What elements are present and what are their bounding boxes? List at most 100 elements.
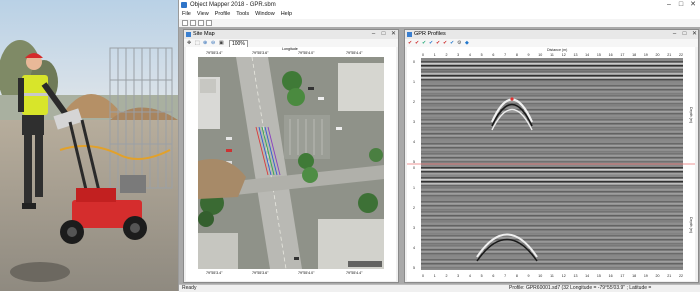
radar-band <box>421 173 683 175</box>
zoom-in-icon[interactable]: ⊕ <box>203 39 207 47</box>
depth-tick-label: 3 <box>413 226 415 230</box>
depth-tick-label: 5 <box>413 266 415 270</box>
distance-tick-label: 21 <box>667 274 671 278</box>
radar-band <box>421 129 683 131</box>
bottom-tick: 79°55'4.4" <box>346 271 363 275</box>
minimize-button[interactable]: – <box>664 0 674 10</box>
radar-band <box>421 89 683 91</box>
app-icon <box>181 2 187 8</box>
radar-band <box>421 105 683 107</box>
menu-help[interactable]: Help <box>278 10 295 19</box>
print-icon[interactable] <box>206 20 212 26</box>
distance-tick-label: 18 <box>632 53 636 57</box>
zoom-out-icon[interactable]: ⊖ <box>211 39 215 47</box>
radar-band <box>421 67 683 69</box>
radar-band <box>421 181 683 183</box>
window-title: Object Mapper 2018 - GPR.sbm <box>190 2 276 8</box>
radar-band <box>421 227 683 229</box>
radar-band <box>421 225 683 227</box>
menu-tools[interactable]: Tools <box>233 10 252 19</box>
distance-tick-label: 15 <box>597 274 601 278</box>
radar-band <box>421 91 683 93</box>
fit-icon[interactable]: ▣ <box>219 39 224 47</box>
radar-band <box>421 61 683 63</box>
gpr-maximize-button[interactable]: □ <box>681 30 688 39</box>
select-icon[interactable]: ⬚ <box>195 39 200 47</box>
close-button[interactable]: ✕ <box>688 0 698 10</box>
radar-band <box>421 161 683 163</box>
distance-tick-label: 13 <box>573 274 577 278</box>
radar-band <box>421 73 683 75</box>
gpr-minimize-button[interactable]: – <box>671 30 678 39</box>
new-file-icon[interactable] <box>182 20 188 26</box>
distance-tick-label: 2 <box>445 53 447 57</box>
radar-band <box>421 63 683 65</box>
gpr-plot-area: Distance (m) 0 1 2 3 4 5 6 7 8 9 10 11 12 13 14 15 16 17 1… <box>407 47 695 281</box>
site-map-close-button[interactable]: ✕ <box>390 30 397 39</box>
info-icon[interactable]: ◆ <box>465 39 469 47</box>
flag-icon[interactable]: ✔ <box>443 39 447 47</box>
gpr-radargram[interactable]: Distance (m) 0 1 2 3 4 5 6 7 8 9 10 11 12 13 14 15 16 17 1… <box>407 47 695 281</box>
window-titlebar: Object Mapper 2018 - GPR.sbm – □ ✕ <box>179 0 700 10</box>
bottom-tick: 79°55'3.4" <box>206 271 223 275</box>
distance-tick-label: 12 <box>562 274 566 278</box>
site-map-toolbar: ✥ ⬚ ⊕ ⊖ ▣ 100% <box>184 39 398 48</box>
radar-band <box>421 97 683 99</box>
gpr-profiles-window: GPR Profiles – □ ✕ ✔ ✔ ✔ ✔ ✔ ✔ ✔ ⚙ ◆ Dis… <box>404 29 699 283</box>
radar-band <box>421 217 683 219</box>
radar-band <box>421 185 683 187</box>
radar-band <box>421 229 683 231</box>
distance-tick-label: 5 <box>481 274 483 278</box>
maximize-button[interactable]: □ <box>676 0 686 10</box>
radar-band <box>421 151 683 153</box>
radar-band <box>421 197 683 199</box>
radar-band <box>421 155 683 157</box>
radar-band <box>421 201 683 203</box>
gpr-close-button[interactable]: ✕ <box>691 30 698 39</box>
flag-icon[interactable]: ✔ <box>436 39 440 47</box>
radar-band <box>421 135 683 137</box>
depth-tick-label: 4 <box>413 140 415 144</box>
radar-band <box>421 215 683 217</box>
distance-tick-label: 3 <box>457 274 459 278</box>
flag-icon[interactable]: ✔ <box>415 39 419 47</box>
radar-band <box>421 205 683 207</box>
site-map-top-axis: Longitude 79°55'3.4" 79°55'3.6" 79°55'4.… <box>186 47 396 55</box>
radar-band <box>421 153 683 155</box>
bottom-tick: 79°55'4.0" <box>298 271 315 275</box>
radar-band <box>421 211 683 213</box>
flag-icon[interactable]: ✔ <box>422 39 426 47</box>
site-map-title: Site Map <box>193 31 215 37</box>
radar-band <box>421 103 683 105</box>
settings-icon[interactable]: ⚙ <box>457 39 461 47</box>
target-marker[interactable] <box>510 97 514 101</box>
flag-icon[interactable]: ✔ <box>450 39 454 47</box>
flag-icon[interactable]: ✔ <box>408 39 412 47</box>
radar-band <box>421 213 683 215</box>
radar-band <box>421 195 683 197</box>
distance-tick-label: 2 <box>445 274 447 278</box>
site-map-bottom-axis: 79°55'3.4" 79°55'3.6" 79°55'4.0" 79°55'4… <box>186 271 396 279</box>
radar-band <box>421 177 683 179</box>
save-icon[interactable] <box>198 20 204 26</box>
menu-window[interactable]: Window <box>252 10 278 19</box>
radar-band <box>421 257 683 259</box>
site-map-canvas[interactable]: Longitude 79°55'3.4" 79°55'3.6" 79°55'4.… <box>186 47 396 281</box>
pan-icon[interactable]: ✥ <box>187 39 191 47</box>
radar-band <box>421 209 683 211</box>
site-map-minimize-button[interactable]: – <box>370 30 377 39</box>
radar-band <box>421 191 683 193</box>
gpr-profiles-title: GPR Profiles <box>414 31 446 37</box>
field-scene-image <box>0 0 178 291</box>
gpr-field-photo <box>0 0 178 291</box>
top-axis-label: Longitude <box>282 47 298 51</box>
radar-band <box>421 233 683 235</box>
open-file-icon[interactable] <box>190 20 196 26</box>
flag-icon[interactable]: ✔ <box>429 39 433 47</box>
distance-tick-label: 14 <box>585 274 589 278</box>
site-map-maximize-button[interactable]: □ <box>380 30 387 39</box>
radar-band <box>421 127 683 129</box>
menu-file[interactable]: File <box>179 10 194 19</box>
menu-view[interactable]: View <box>194 10 212 19</box>
menu-profile[interactable]: Profile <box>212 10 234 19</box>
